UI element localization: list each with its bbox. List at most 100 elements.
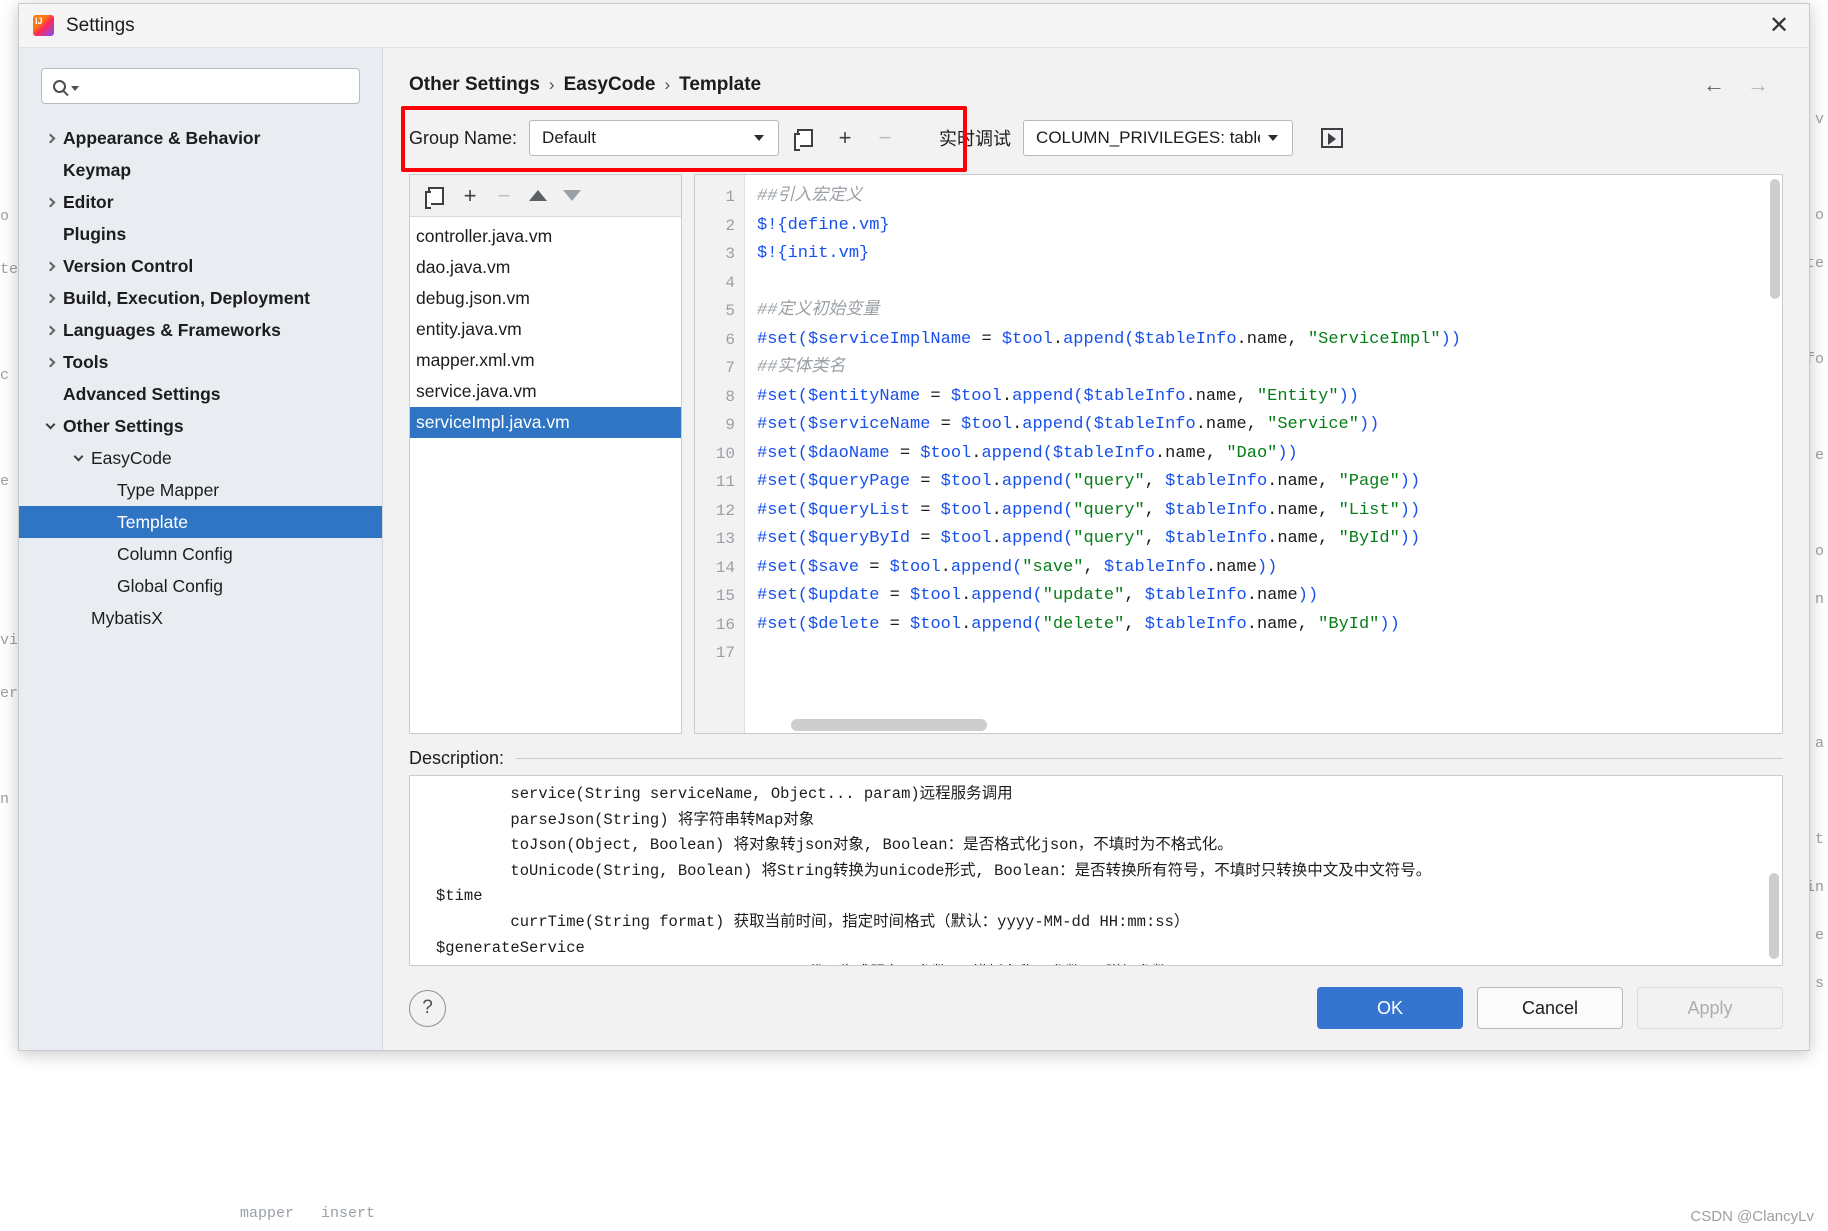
code-line: #set($update = $tool.append("update", $t… xyxy=(757,586,1319,605)
list-item[interactable]: entity.java.vm xyxy=(410,314,681,345)
description-vertical-scrollbar[interactable] xyxy=(1769,873,1779,959)
move-down-button[interactable] xyxy=(558,182,586,210)
sidebar-item-version-control[interactable]: Version Control xyxy=(19,250,382,282)
search-dropdown-caret-icon[interactable] xyxy=(71,85,79,91)
code-line: ##定义初始变量 xyxy=(757,301,880,320)
line-number: 16 xyxy=(715,615,735,634)
sidebar-item-easycode[interactable]: EasyCode xyxy=(19,442,382,474)
sidebar-item-keymap[interactable]: Keymap xyxy=(19,154,382,186)
cancel-button[interactable]: Cancel xyxy=(1477,987,1623,1029)
debug-table-dropdown[interactable]: COLUMN_PRIVILEGES: table xyxy=(1023,120,1294,156)
add-template-button[interactable]: + xyxy=(456,182,484,210)
chevron-down-icon[interactable] xyxy=(37,419,63,432)
sidebar-item-plugins[interactable]: Plugins xyxy=(19,218,382,250)
sidebar-item-label: Editor xyxy=(63,191,114,212)
group-name-dropdown[interactable]: Default xyxy=(529,120,780,156)
sidebar-item-appearance-behavior[interactable]: Appearance & Behavior xyxy=(19,122,382,154)
debug-table-value: COLUMN_PRIVILEGES: table xyxy=(1036,128,1261,147)
list-item[interactable]: serviceImpl.java.vm xyxy=(410,407,681,438)
sidebar-item-column-config[interactable]: Column Config xyxy=(19,538,382,570)
run-console-icon[interactable] xyxy=(1315,123,1349,153)
chevron-right-icon[interactable] xyxy=(37,133,63,143)
group-bar-container: Group Name: Default + − 实时调试 COLUMN_PRIV… xyxy=(383,96,1809,172)
chevron-right-icon[interactable] xyxy=(37,197,63,207)
list-item[interactable]: controller.java.vm xyxy=(410,221,681,252)
list-item[interactable]: mapper.xml.vm xyxy=(410,345,681,376)
line-number: 1 xyxy=(725,188,735,206)
list-item[interactable]: dao.java.vm xyxy=(410,252,681,283)
settings-tree: Appearance & Behavior Keymap Editor Plugins… xyxy=(19,118,382,1050)
editor-horizontal-scroll-thumb[interactable] xyxy=(791,719,987,731)
navigation-arrows: ← → xyxy=(1703,74,1783,96)
sidebar-item-global-config[interactable]: Global Config xyxy=(19,570,382,602)
chevron-right-icon[interactable] xyxy=(37,325,63,335)
copy-group-button[interactable] xyxy=(791,124,819,152)
move-up-button[interactable] xyxy=(524,182,552,210)
editor-vertical-scrollbar[interactable] xyxy=(1770,179,1780,299)
chevron-down-icon xyxy=(754,135,765,141)
sidebar-item-label: EasyCode xyxy=(91,447,172,468)
chevron-down-icon[interactable] xyxy=(65,451,91,464)
copy-template-button[interactable] xyxy=(422,182,450,210)
copy-icon xyxy=(794,129,814,151)
ok-button[interactable]: OK xyxy=(1317,987,1463,1029)
line-number: 12 xyxy=(715,501,735,520)
sidebar-item-advanced-settings[interactable]: Advanced Settings xyxy=(19,378,382,410)
line-number: 7 xyxy=(725,359,735,377)
chevron-right-icon[interactable] xyxy=(37,293,63,303)
sidebar-item-languages-frameworks[interactable]: Languages & Frameworks xyxy=(19,314,382,346)
sidebar-item-label: Tools xyxy=(63,351,109,372)
sidebar-item-template[interactable]: Template xyxy=(19,506,382,538)
window-title: Settings xyxy=(66,14,135,36)
realtime-debug-label: 实时调试 xyxy=(939,129,1012,149)
template-file-list[interactable]: controller.java.vm dao.java.vm debug.json.… xyxy=(410,217,681,733)
line-number: 5 xyxy=(725,302,735,320)
remove-group-button[interactable]: − xyxy=(871,124,899,152)
add-group-button[interactable]: + xyxy=(831,124,859,152)
description-divider xyxy=(516,758,1783,759)
editor-line-numbers: 1 2 3 4 5 6 7 8 9 10 11 12 13 14 15 16 17 xyxy=(695,175,745,733)
sidebar-item-label: Type Mapper xyxy=(117,479,220,500)
close-icon[interactable]: ✕ xyxy=(1759,11,1799,41)
sidebar-item-mybatisx[interactable]: MybatisX xyxy=(19,602,382,634)
sidebar-item-tools[interactable]: Tools xyxy=(19,346,382,378)
breadcrumb-separator-icon: › xyxy=(548,75,555,94)
arrow-left-icon[interactable]: ← xyxy=(1703,74,1725,96)
sidebar-item-editor[interactable]: Editor xyxy=(19,186,382,218)
list-item[interactable]: debug.json.vm xyxy=(410,283,681,314)
search-input[interactable] xyxy=(41,68,360,104)
editor-horizontal-scrollbar[interactable] xyxy=(745,719,1764,731)
code-line: #set($entityName = $tool.append($tableIn… xyxy=(757,386,1359,406)
description-legend: Description: xyxy=(409,748,1783,769)
breadcrumb: Other Settings › EasyCode › Template ← → xyxy=(383,48,1809,96)
apply-button[interactable]: Apply xyxy=(1637,987,1783,1029)
list-item[interactable]: service.java.vm xyxy=(410,376,681,407)
editor-code-content[interactable]: ##引入宏定义 $!{define.vm} $!{init.vm} ##定义初始变量… xyxy=(745,175,1782,733)
sidebar-item-build-execution-deployment[interactable]: Build, Execution, Deployment xyxy=(19,282,382,314)
arrow-right-icon[interactable]: → xyxy=(1747,74,1769,96)
sidebar-item-label: Advanced Settings xyxy=(63,383,221,404)
sidebar-item-type-mapper[interactable]: Type Mapper xyxy=(19,474,382,506)
remove-template-button[interactable]: − xyxy=(490,182,518,210)
group-name-label: Group Name: xyxy=(409,127,518,148)
line-number: 15 xyxy=(715,587,735,605)
sidebar-item-label: Version Control xyxy=(63,255,194,276)
sidebar-item-label: Column Config xyxy=(117,543,233,564)
sidebar-item-other-settings[interactable]: Other Settings xyxy=(19,410,382,442)
chevron-right-icon[interactable] xyxy=(37,357,63,367)
code-line: #set($daoName = $tool.append($tableInfo.… xyxy=(757,443,1298,463)
group-name-value: Default xyxy=(542,128,596,147)
group-bar: Group Name: Default + − 实时调试 COLUMN_PRIV… xyxy=(409,114,1349,162)
template-top-row: + − controller.java.vm dao.java.vm debug.j… xyxy=(409,174,1783,734)
line-number: 11 xyxy=(715,473,735,491)
breadcrumb-item-1[interactable]: EasyCode xyxy=(564,74,656,96)
backdrop-bottom-text: mapper insert xyxy=(240,1205,376,1222)
help-button[interactable]: ? xyxy=(409,989,446,1027)
template-code-editor: 1 2 3 4 5 6 7 8 9 10 11 12 13 14 15 16 17 ##引入宏定义 $!{defi… xyxy=(694,174,1783,734)
code-line: #set($serviceName = $tool.append($tableI… xyxy=(757,415,1380,434)
settings-sidebar: Appearance & Behavior Keymap Editor Plugins… xyxy=(19,48,383,1050)
breadcrumb-item-0[interactable]: Other Settings xyxy=(409,74,540,96)
chevron-right-icon[interactable] xyxy=(37,261,63,271)
chevron-down-icon xyxy=(1268,135,1279,141)
